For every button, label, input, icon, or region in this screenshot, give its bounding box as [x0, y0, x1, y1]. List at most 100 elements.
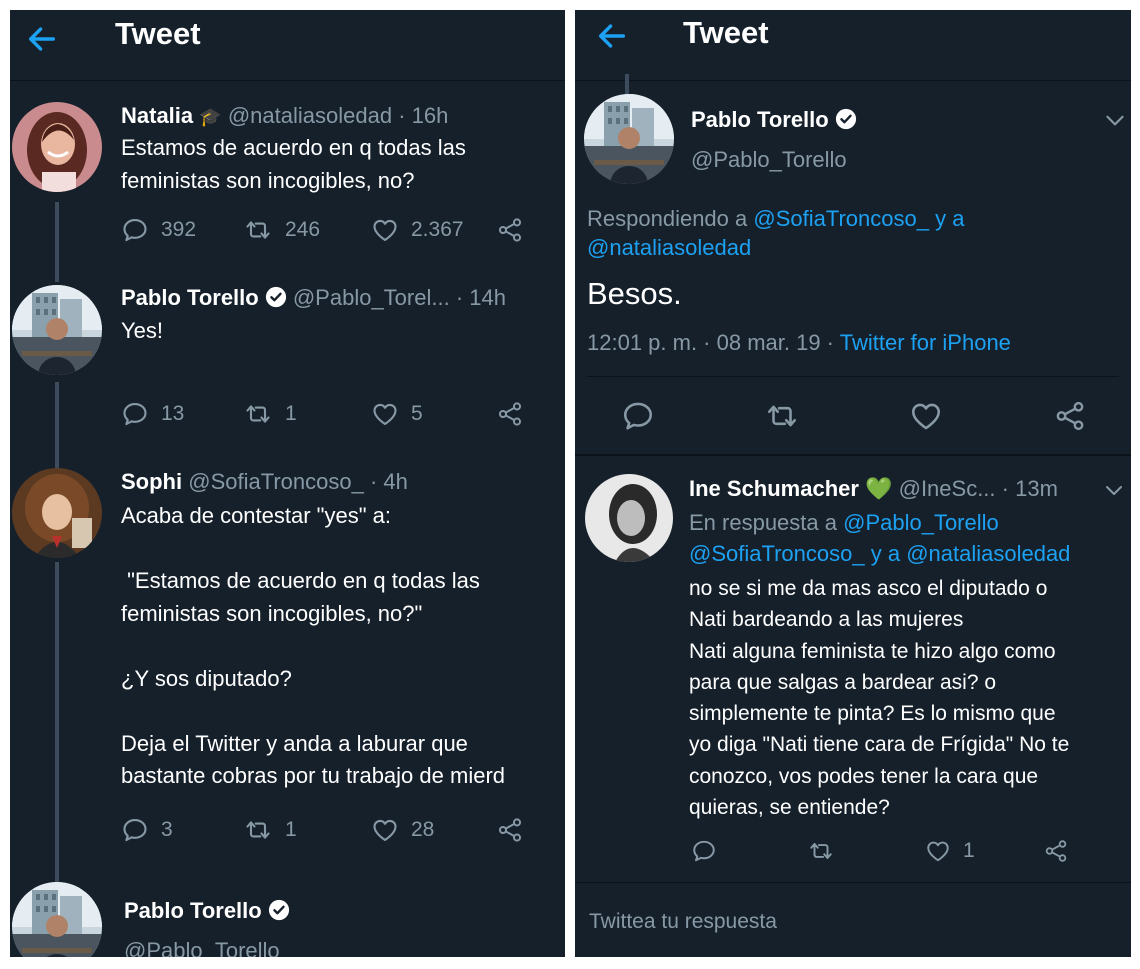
retweet-count: 1 [285, 818, 297, 841]
top-bar: Tweet [10, 10, 565, 81]
retweet-icon [243, 216, 273, 244]
author-handle[interactable]: @Pablo_Torello [691, 147, 847, 173]
reply-count: 3 [161, 818, 173, 841]
back-arrow-icon[interactable] [25, 22, 59, 56]
like-count: 5 [411, 402, 423, 425]
chevron-down-icon[interactable] [1102, 107, 1128, 133]
author-name[interactable]: Pablo Torello [124, 898, 262, 923]
author-name[interactable]: Ine Schumacher [689, 476, 859, 501]
share-icon [496, 216, 524, 244]
mention-link[interactable]: @nataliasoledad [587, 235, 751, 261]
like-icon [909, 399, 943, 433]
thread-line [55, 562, 59, 882]
replying-to: Respondiendo a @SofiaTroncoso_ y a [587, 203, 964, 235]
retweet-button[interactable]: 1 [243, 816, 297, 844]
author-name[interactable]: Pablo Torello [121, 285, 259, 310]
tweet-timestamp: 12:01 p. m. · 08 mar. 19 · [587, 330, 840, 355]
like-button[interactable]: 5 [371, 400, 423, 428]
like-count: 1 [963, 839, 975, 862]
in-reply-to: @SofiaTroncoso_ y a @nataliasoledad [689, 541, 1070, 567]
reply-button[interactable]: 392 [121, 216, 196, 244]
tweet-text: Estamos de acuerdo en q todas las femini… [121, 135, 466, 193]
right-thread-panel: Tweet Pablo Torello @Pablo_Torello Respo… [575, 10, 1131, 957]
divider [587, 376, 1119, 377]
reply-icon [621, 399, 655, 433]
share-icon [1053, 399, 1087, 433]
verified-icon [265, 286, 287, 308]
retweet-count: 246 [285, 218, 321, 241]
like-icon [925, 838, 951, 864]
share-button[interactable] [496, 216, 524, 244]
author-handle[interactable]: @Pablo_Torel... [293, 285, 450, 310]
thread-line [625, 74, 629, 94]
reply-composer [575, 882, 1131, 957]
reply-button[interactable]: 3 [121, 816, 173, 844]
like-button[interactable] [909, 399, 943, 433]
retweet-icon [243, 816, 273, 844]
avatar[interactable] [12, 882, 102, 957]
verified-icon [835, 108, 857, 130]
tweet-text: no se si me da mas asco el diputado o Na… [689, 577, 1070, 820]
thread-line [55, 202, 59, 282]
tweet-text: Besos. [587, 276, 682, 311]
tweet-time: · 4h [369, 469, 408, 494]
avatar[interactable] [12, 285, 102, 375]
in-reply-to: En respuesta a @Pablo_Torello [689, 510, 999, 536]
reply-icon [121, 216, 149, 244]
verified-icon [268, 899, 290, 921]
in-reply-to-and: y a [864, 541, 907, 566]
reply-icon [691, 838, 717, 864]
share-button[interactable] [1043, 838, 1069, 864]
author-handle[interactable]: @SofiaTroncoso_ [188, 469, 364, 494]
author-name[interactable]: Sophi [121, 469, 182, 494]
top-bar: Tweet [575, 10, 1131, 81]
left-thread-panel: Tweet Natalia 🎓 @nataliasoledad · 16h Es… [10, 10, 565, 957]
retweet-icon [764, 399, 800, 433]
mention-link[interactable]: @Pablo_Torello [843, 510, 999, 535]
share-icon [496, 400, 524, 428]
share-icon [496, 816, 524, 844]
like-button[interactable]: 28 [371, 816, 434, 844]
like-icon [371, 400, 399, 428]
avatar[interactable] [585, 474, 673, 562]
retweet-button[interactable] [807, 838, 835, 864]
reply-count: 13 [161, 402, 185, 425]
avatar[interactable] [12, 102, 102, 192]
author-handle[interactable]: @nataliasoledad [228, 103, 392, 128]
chevron-down-icon[interactable] [1102, 478, 1126, 502]
author-handle[interactable]: @IneSc... [899, 476, 996, 501]
retweet-button[interactable] [764, 399, 800, 433]
reply-icon [121, 816, 149, 844]
share-button[interactable] [1053, 399, 1087, 433]
reply-button[interactable] [621, 399, 655, 433]
replying-to-label: Respondiendo a [587, 206, 754, 231]
thread-line [55, 382, 59, 470]
share-button[interactable] [496, 400, 524, 428]
tweet-source-link[interactable]: Twitter for iPhone [840, 330, 1011, 355]
reply-input[interactable] [587, 901, 1111, 943]
tweet-time: · 14h [455, 285, 506, 310]
share-button[interactable] [496, 816, 524, 844]
retweet-button[interactable]: 1 [243, 400, 297, 428]
mention-link[interactable]: @SofiaTroncoso_ [689, 541, 865, 566]
avatar[interactable] [12, 468, 102, 558]
author-name[interactable]: Pablo Torello [691, 107, 829, 132]
author-handle[interactable]: @Pablo_Torello [124, 938, 280, 957]
reply-button[interactable] [691, 838, 717, 864]
retweet-count: 1 [285, 402, 297, 425]
tweet-time: · 13m [1001, 476, 1058, 501]
author-name[interactable]: Natalia [121, 103, 193, 128]
retweet-icon [807, 838, 835, 864]
in-reply-to-label: En respuesta a [689, 510, 844, 535]
reply-button[interactable]: 13 [121, 400, 184, 428]
tweet-time: · 16h [398, 103, 449, 128]
replying-to-and: y a [928, 206, 965, 231]
retweet-button[interactable]: 246 [243, 216, 320, 244]
avatar[interactable] [584, 94, 674, 184]
mention-link[interactable]: @nataliasoledad [906, 541, 1070, 566]
back-arrow-icon[interactable] [595, 19, 629, 53]
mention-link[interactable]: @SofiaTroncoso_ [753, 206, 929, 231]
divider [575, 454, 1131, 456]
like-button[interactable]: 1 [925, 838, 975, 864]
like-button[interactable]: 2.367 [371, 216, 464, 244]
